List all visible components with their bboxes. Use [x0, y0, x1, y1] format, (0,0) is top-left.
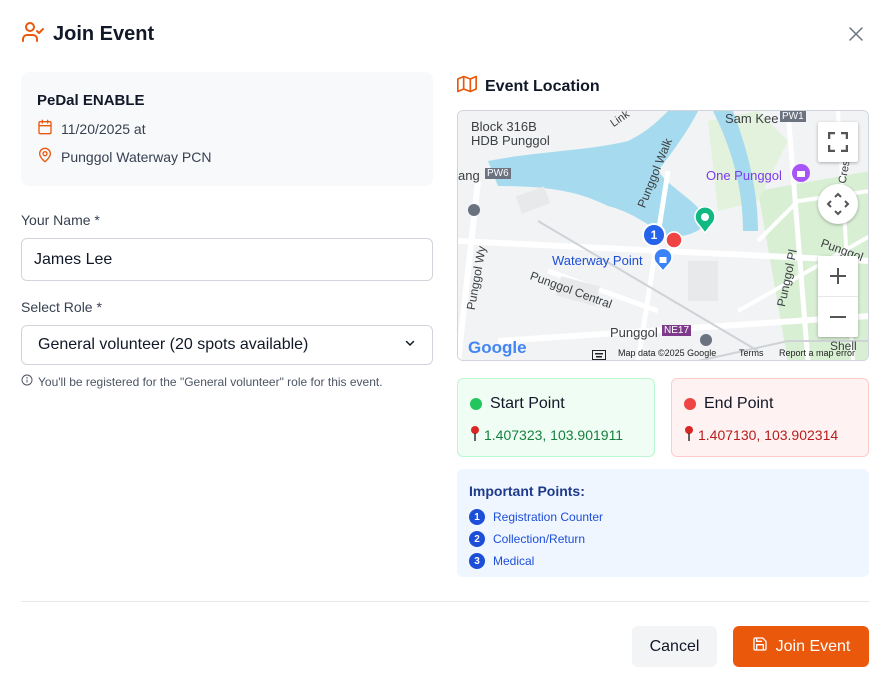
hint-text: You'll be registered for the "General vo… [38, 374, 383, 389]
end-point-title: End Point [704, 395, 774, 412]
list-item: 2 Collection/Return [469, 531, 857, 547]
event-location: Punggol Waterway PCN [61, 148, 212, 165]
google-logo: Google [468, 338, 527, 357]
zoom-in-button[interactable] [818, 257, 858, 297]
report-map-error-link[interactable]: Report a map error [779, 348, 855, 358]
start-point-heading: Start Point [470, 395, 642, 413]
close-icon [849, 27, 863, 41]
event-date: 11/20/2025 at [61, 120, 146, 137]
important-point-label: Registration Counter [493, 510, 604, 524]
map-data-attribution: Map data ©2025 Google [618, 348, 717, 358]
map-label-pw1: PW1 [780, 111, 806, 122]
list-item: 3 Medical [469, 553, 857, 569]
important-points-panel: Important Points: 1 Registration Counter… [457, 469, 869, 577]
start-point-coords: 1.407323, 103.901911 [484, 426, 624, 443]
move-arrows-icon [826, 192, 850, 216]
save-icon [752, 636, 768, 657]
cancel-label: Cancel [649, 637, 700, 655]
important-points-title: Important Points: [469, 483, 585, 499]
map-label-ang: ang [458, 168, 480, 183]
map-label-hdb: HDB Punggol [471, 133, 550, 148]
number-badge: 2 [469, 531, 485, 547]
important-point-label: Collection/Return [493, 532, 586, 546]
role-hint: You'll be registered for the "General vo… [21, 374, 383, 389]
end-point-coords-row: 1.407130, 103.902314 [684, 425, 856, 444]
pushpin-icon [684, 425, 694, 444]
join-event-label: Join Event [775, 637, 851, 655]
green-place-marker-icon [694, 206, 716, 238]
map-label-ne17: NE17 [662, 325, 692, 336]
important-point-label: Medical [493, 554, 535, 568]
map-label-sam-kee: Sam Kee [725, 111, 779, 126]
role-select[interactable]: General volunteer (20 spots available) [21, 325, 433, 365]
end-point-heading: End Point [684, 395, 856, 413]
name-label: Your Name * [21, 212, 100, 228]
start-point-coords-row: 1.407323, 103.901911 [470, 425, 642, 444]
zoom-out-button[interactable] [818, 297, 858, 337]
end-point-marker[interactable] [665, 231, 683, 254]
location-title: Event Location [485, 77, 600, 95]
user-check-icon [21, 20, 45, 49]
map-terms-link[interactable]: Terms [739, 348, 764, 358]
start-point-card: Start Point 1.407323, 103.901911 [457, 378, 655, 457]
role-selected-value: General volunteer (20 spots available) [38, 336, 309, 353]
plus-icon [830, 268, 846, 284]
start-dot-icon [470, 398, 482, 410]
zoom-control [818, 256, 858, 337]
end-point-coords: 1.407130, 103.902314 [698, 426, 839, 443]
end-point-card: End Point 1.407130, 103.902314 [671, 378, 869, 457]
dialog-header: Join Event [21, 20, 154, 49]
map-label-one-punggol: One Punggol [706, 168, 782, 183]
pushpin-icon [470, 425, 480, 444]
map-pan-control[interactable] [818, 184, 858, 224]
bus-stop-icon [700, 334, 712, 346]
list-item: 1 Registration Counter [469, 509, 857, 525]
fullscreen-icon [828, 132, 848, 152]
map-pin-icon [37, 147, 53, 166]
map-label-pw6: PW6 [485, 168, 511, 179]
event-map[interactable]: Block 316B HDB Punggol Link Sam Kee PW1 … [457, 110, 869, 361]
number-badge: 1 [469, 509, 485, 525]
minus-icon [830, 315, 846, 318]
number-badge: 3 [469, 553, 485, 569]
keyboard-icon[interactable] [592, 347, 606, 360]
event-name: PeDal ENABLE [37, 92, 145, 109]
chevron-down-icon [404, 336, 416, 354]
event-date-row: 11/20/2025 at [37, 119, 417, 138]
map-label-waterway-point: Waterway Point [552, 253, 643, 268]
cancel-button[interactable]: Cancel [632, 626, 717, 667]
footer-divider [21, 601, 869, 602]
bus-stop-icon [468, 204, 480, 216]
event-location-row: Punggol Waterway PCN [37, 147, 417, 166]
join-event-button[interactable]: Join Event [733, 626, 869, 667]
calendar-icon [37, 119, 53, 138]
registration-counter-marker[interactable]: 1 [642, 223, 666, 247]
event-summary-card: PeDal ENABLE 11/20/2025 at Punggol Water… [21, 72, 433, 186]
one-punggol-marker-icon [792, 164, 810, 187]
location-heading: Event Location [457, 74, 600, 99]
info-icon [21, 374, 33, 389]
close-button[interactable] [844, 22, 868, 46]
start-point-title: Start Point [490, 395, 565, 412]
role-label: Select Role * [21, 299, 102, 315]
map-label-punggol: Punggol [610, 325, 658, 340]
map-icon [457, 74, 477, 99]
end-dot-icon [684, 398, 696, 410]
map-label-block: Block 316B [471, 119, 537, 134]
dialog-title: Join Event [53, 23, 155, 45]
name-input[interactable] [21, 238, 433, 281]
fullscreen-button[interactable] [818, 122, 858, 162]
